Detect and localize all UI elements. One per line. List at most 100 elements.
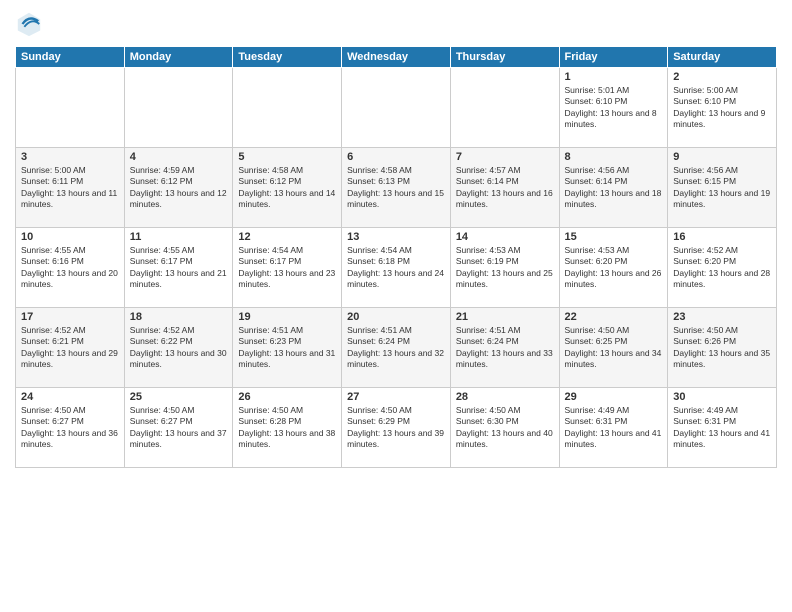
day-number: 8 [565, 151, 663, 163]
calendar-cell: 10 Sunrise: 4:55 AM Sunset: 6:16 PM Dayli… [16, 228, 125, 308]
cell-solar-info: Sunrise: 4:52 AM Sunset: 6:21 PM Dayligh… [21, 325, 119, 371]
calendar-cell: 19Sunrise: 4:51 AM Sunset: 6:23 PM Dayli… [233, 308, 342, 388]
cell-solar-info: Sunrise: 4:50 AM Sunset: 6:25 PM Dayligh… [565, 325, 663, 371]
day-number: 14 [456, 231, 554, 243]
days-header-row: SundayMondayTuesdayWednesdayThursdayFrid… [16, 47, 777, 68]
calendar-cell: 24Sunrise: 4:50 AM Sunset: 6:27 PM Dayli… [16, 388, 125, 468]
calendar-cell: 23 Sunrise: 4:50 AM Sunset: 6:26 PM Dayli… [668, 308, 777, 388]
cell-solar-info: Sunrise: 4:51 AM Sunset: 6:24 PM Dayligh… [347, 325, 445, 371]
header [15, 10, 777, 38]
cell-solar-info: Sunrise: 4:50 AM Sunset: 6:30 PM Dayligh… [456, 405, 554, 451]
cell-solar-info: Sunrise: 4:50 AM Sunset: 6:27 PM Dayligh… [130, 405, 228, 451]
calendar-cell: 28 Sunrise: 4:50 AM Sunset: 6:30 PM Dayli… [450, 388, 559, 468]
day-number: 28 [456, 391, 554, 403]
calendar-table: SundayMondayTuesdayWednesdayThursdayFrid… [15, 46, 777, 468]
calendar-cell: 22 Sunrise: 4:50 AM Sunset: 6:25 PM Dayli… [559, 308, 668, 388]
week-row-4: 17Sunrise: 4:52 AM Sunset: 6:21 PM Dayli… [16, 308, 777, 388]
calendar-cell: 25 Sunrise: 4:50 AM Sunset: 6:27 PM Dayli… [124, 388, 233, 468]
calendar-cell: 5 Sunrise: 4:58 AM Sunset: 6:12 PM Daylig… [233, 148, 342, 228]
day-header-wednesday: Wednesday [342, 47, 451, 68]
day-number: 26 [238, 391, 336, 403]
day-number: 11 [130, 231, 228, 243]
calendar-cell [342, 68, 451, 148]
logo [15, 10, 47, 38]
cell-solar-info: Sunrise: 4:50 AM Sunset: 6:29 PM Dayligh… [347, 405, 445, 451]
day-header-saturday: Saturday [668, 47, 777, 68]
calendar-cell: 27 Sunrise: 4:50 AM Sunset: 6:29 PM Dayli… [342, 388, 451, 468]
calendar-cell: 18Sunrise: 4:52 AM Sunset: 6:22 PM Dayli… [124, 308, 233, 388]
cell-solar-info: Sunrise: 4:56 AM Sunset: 6:14 PM Dayligh… [565, 165, 663, 211]
day-number: 27 [347, 391, 445, 403]
cell-solar-info: Sunrise: 4:54 AM Sunset: 6:18 PM Dayligh… [347, 245, 445, 291]
calendar-cell: 1 Sunrise: 5:01 AM Sunset: 6:10 PM Daylig… [559, 68, 668, 148]
calendar-cell: 6 Sunrise: 4:58 AM Sunset: 6:13 PM Daylig… [342, 148, 451, 228]
cell-solar-info: Sunrise: 4:58 AM Sunset: 6:13 PM Dayligh… [347, 165, 445, 211]
cell-solar-info: Sunrise: 4:56 AM Sunset: 6:15 PM Dayligh… [673, 165, 771, 211]
calendar-cell [450, 68, 559, 148]
day-header-tuesday: Tuesday [233, 47, 342, 68]
calendar-cell [233, 68, 342, 148]
cell-solar-info: Sunrise: 4:53 AM Sunset: 6:19 PM Dayligh… [456, 245, 554, 291]
day-number: 25 [130, 391, 228, 403]
cell-solar-info: Sunrise: 4:50 AM Sunset: 6:28 PM Dayligh… [238, 405, 336, 451]
day-number: 15 [565, 231, 663, 243]
cell-solar-info: Sunrise: 4:58 AM Sunset: 6:12 PM Dayligh… [238, 165, 336, 211]
day-number: 5 [238, 151, 336, 163]
calendar-cell: 7Sunrise: 4:57 AM Sunset: 6:14 PM Daylig… [450, 148, 559, 228]
cell-solar-info: Sunrise: 4:50 AM Sunset: 6:26 PM Dayligh… [673, 325, 771, 371]
page-container: SundayMondayTuesdayWednesdayThursdayFrid… [0, 0, 792, 478]
cell-solar-info: Sunrise: 4:51 AM Sunset: 6:24 PM Dayligh… [456, 325, 554, 371]
day-number: 10 [21, 231, 119, 243]
day-number: 19 [238, 311, 336, 323]
cell-solar-info: Sunrise: 4:52 AM Sunset: 6:22 PM Dayligh… [130, 325, 228, 371]
calendar-cell: 4 Sunrise: 4:59 AM Sunset: 6:12 PM Daylig… [124, 148, 233, 228]
day-number: 30 [673, 391, 771, 403]
calendar-cell: 16 Sunrise: 4:52 AM Sunset: 6:20 PM Dayli… [668, 228, 777, 308]
day-number: 29 [565, 391, 663, 403]
calendar-cell [16, 68, 125, 148]
calendar-cell: 9 Sunrise: 4:56 AM Sunset: 6:15 PM Daylig… [668, 148, 777, 228]
week-row-5: 24Sunrise: 4:50 AM Sunset: 6:27 PM Dayli… [16, 388, 777, 468]
cell-solar-info: Sunrise: 4:55 AM Sunset: 6:16 PM Dayligh… [21, 245, 119, 291]
calendar-cell: 30 Sunrise: 4:49 AM Sunset: 6:31 PM Dayli… [668, 388, 777, 468]
day-number: 21 [456, 311, 554, 323]
calendar-cell: 15 Sunrise: 4:53 AM Sunset: 6:20 PM Dayli… [559, 228, 668, 308]
week-row-2: 3 Sunrise: 5:00 AM Sunset: 6:11 PM Daylig… [16, 148, 777, 228]
week-row-1: 1 Sunrise: 5:01 AM Sunset: 6:10 PM Daylig… [16, 68, 777, 148]
day-number: 6 [347, 151, 445, 163]
day-number: 13 [347, 231, 445, 243]
day-number: 7 [456, 151, 554, 163]
day-number: 20 [347, 311, 445, 323]
calendar-cell: 11 Sunrise: 4:55 AM Sunset: 6:17 PM Dayli… [124, 228, 233, 308]
day-number: 1 [565, 71, 663, 83]
cell-solar-info: Sunrise: 4:55 AM Sunset: 6:17 PM Dayligh… [130, 245, 228, 291]
cell-solar-info: Sunrise: 5:01 AM Sunset: 6:10 PM Dayligh… [565, 85, 663, 131]
week-row-3: 10 Sunrise: 4:55 AM Sunset: 6:16 PM Dayli… [16, 228, 777, 308]
calendar-cell: 21 Sunrise: 4:51 AM Sunset: 6:24 PM Dayli… [450, 308, 559, 388]
cell-solar-info: Sunrise: 4:49 AM Sunset: 6:31 PM Dayligh… [673, 405, 771, 451]
day-number: 23 [673, 311, 771, 323]
calendar-cell: 14 Sunrise: 4:53 AM Sunset: 6:19 PM Dayli… [450, 228, 559, 308]
cell-solar-info: Sunrise: 5:00 AM Sunset: 6:11 PM Dayligh… [21, 165, 119, 211]
day-number: 3 [21, 151, 119, 163]
cell-solar-info: Sunrise: 4:59 AM Sunset: 6:12 PM Dayligh… [130, 165, 228, 211]
cell-solar-info: Sunrise: 5:00 AM Sunset: 6:10 PM Dayligh… [673, 85, 771, 131]
cell-solar-info: Sunrise: 4:53 AM Sunset: 6:20 PM Dayligh… [565, 245, 663, 291]
day-number: 4 [130, 151, 228, 163]
day-number: 22 [565, 311, 663, 323]
cell-solar-info: Sunrise: 4:50 AM Sunset: 6:27 PM Dayligh… [21, 405, 119, 451]
day-number: 16 [673, 231, 771, 243]
calendar-cell: 29 Sunrise: 4:49 AM Sunset: 6:31 PM Dayli… [559, 388, 668, 468]
calendar-cell: 26 Sunrise: 4:50 AM Sunset: 6:28 PM Dayli… [233, 388, 342, 468]
cell-solar-info: Sunrise: 4:52 AM Sunset: 6:20 PM Dayligh… [673, 245, 771, 291]
calendar-cell: 17Sunrise: 4:52 AM Sunset: 6:21 PM Dayli… [16, 308, 125, 388]
calendar-cell: 2Sunrise: 5:00 AM Sunset: 6:10 PM Daylig… [668, 68, 777, 148]
calendar-cell: 13 Sunrise: 4:54 AM Sunset: 6:18 PM Dayli… [342, 228, 451, 308]
day-header-thursday: Thursday [450, 47, 559, 68]
cell-solar-info: Sunrise: 4:49 AM Sunset: 6:31 PM Dayligh… [565, 405, 663, 451]
calendar-cell: 12Sunrise: 4:54 AM Sunset: 6:17 PM Dayli… [233, 228, 342, 308]
day-header-sunday: Sunday [16, 47, 125, 68]
calendar-cell: 20 Sunrise: 4:51 AM Sunset: 6:24 PM Dayli… [342, 308, 451, 388]
day-number: 9 [673, 151, 771, 163]
calendar-cell: 8 Sunrise: 4:56 AM Sunset: 6:14 PM Daylig… [559, 148, 668, 228]
